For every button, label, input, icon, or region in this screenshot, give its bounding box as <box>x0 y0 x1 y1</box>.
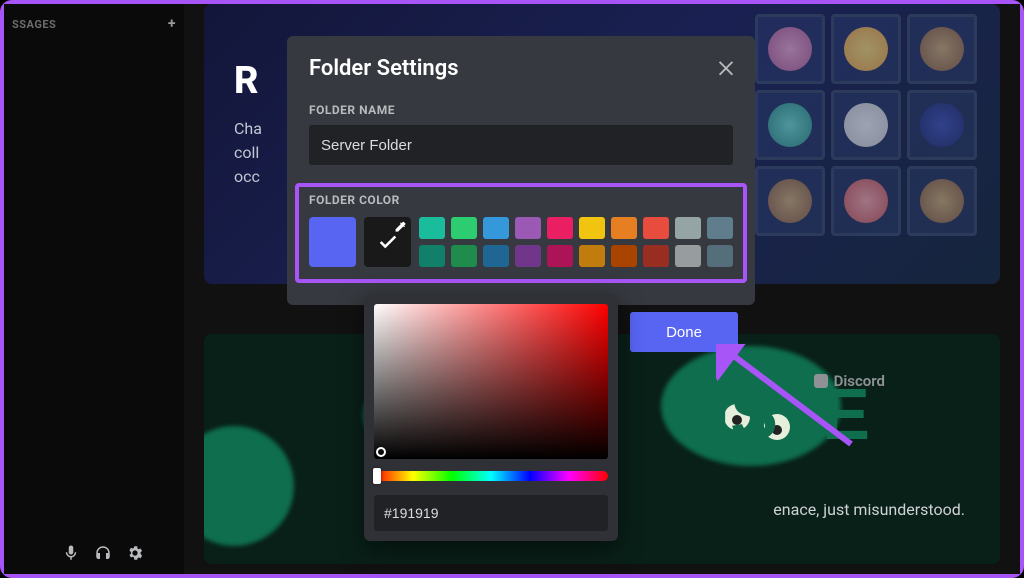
modal-title: Folder Settings <box>309 56 733 81</box>
preset-color-swatch[interactable] <box>675 217 701 239</box>
color-picker-popout <box>364 294 618 541</box>
check-icon <box>377 231 399 253</box>
new-dm-icon[interactable]: + <box>168 16 176 32</box>
preset-color-grid <box>419 217 733 267</box>
banner-text-line: occ <box>234 165 262 189</box>
preset-color-swatch[interactable] <box>451 217 477 239</box>
hex-input[interactable] <box>374 495 608 531</box>
hue-slider[interactable] <box>374 471 608 481</box>
dm-sidebar: SSAGES + <box>4 4 184 574</box>
folder-name-input[interactable] <box>309 125 733 165</box>
close-icon[interactable] <box>715 56 737 78</box>
banner-text-line: Cha <box>234 117 262 141</box>
banner-title: R <box>234 59 262 103</box>
default-color-swatch[interactable] <box>309 217 356 267</box>
banner-text-line: coll <box>234 141 262 165</box>
preset-color-swatch[interactable] <box>707 245 733 267</box>
folder-color-label: FOLDER COLOR <box>309 193 733 207</box>
preset-color-swatch[interactable] <box>611 245 637 267</box>
preset-color-swatch[interactable] <box>483 245 509 267</box>
preset-color-swatch[interactable] <box>579 217 605 239</box>
preset-color-swatch[interactable] <box>419 217 445 239</box>
lower-banner-tagline: enace, just misunderstood. <box>773 500 965 519</box>
preset-color-swatch[interactable] <box>515 217 541 239</box>
preset-color-swatch[interactable] <box>675 245 701 267</box>
mute-mic-icon[interactable] <box>62 544 80 566</box>
folder-name-label: FOLDER NAME <box>309 103 733 117</box>
preset-color-swatch[interactable] <box>579 245 605 267</box>
folder-color-section: FOLDER COLOR <box>295 183 747 283</box>
preset-color-swatch[interactable] <box>707 217 733 239</box>
preset-color-swatch[interactable] <box>483 217 509 239</box>
preset-color-swatch[interactable] <box>419 245 445 267</box>
preset-color-swatch[interactable] <box>451 245 477 267</box>
settings-gear-icon[interactable] <box>126 544 144 566</box>
deafen-icon[interactable] <box>94 544 112 566</box>
preset-color-swatch[interactable] <box>643 245 669 267</box>
banner-shelf-grid <box>755 14 985 264</box>
hue-handle[interactable] <box>373 468 381 484</box>
preset-color-swatch[interactable] <box>547 245 573 267</box>
eyedropper-icon <box>393 220 407 234</box>
preset-color-swatch[interactable] <box>547 217 573 239</box>
done-button[interactable]: Done <box>630 312 738 352</box>
saturation-area[interactable] <box>374 304 608 459</box>
custom-color-swatch[interactable] <box>364 217 411 267</box>
sidebar-section-title: SSAGES <box>12 18 56 31</box>
preset-color-swatch[interactable] <box>611 217 637 239</box>
discord-branding: Discord <box>814 372 885 390</box>
preset-color-swatch[interactable] <box>643 217 669 239</box>
saturation-cursor[interactable] <box>376 447 386 457</box>
preset-color-swatch[interactable] <box>515 245 541 267</box>
folder-settings-modal: Folder Settings FOLDER NAME FOLDER COLOR <box>287 36 755 305</box>
